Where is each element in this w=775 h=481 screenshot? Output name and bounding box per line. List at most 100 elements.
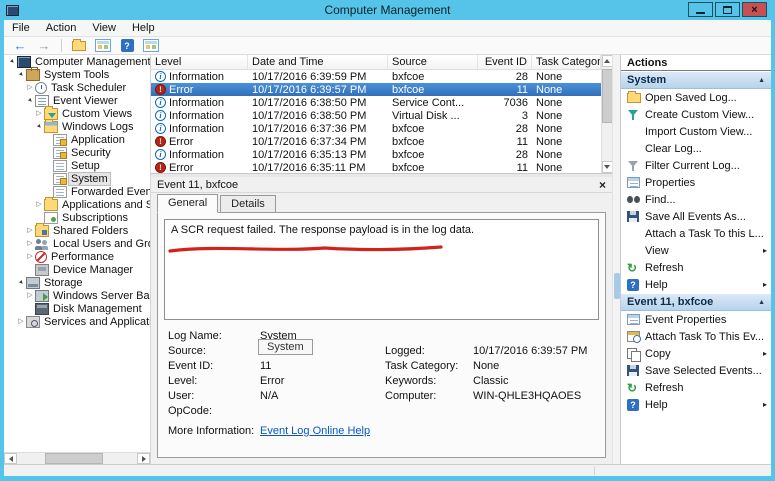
- column-header-date-and-time[interactable]: Date and Time: [248, 55, 388, 69]
- tree-item-forwarded-event[interactable]: Forwarded Event: [4, 185, 150, 198]
- event-row[interactable]: i Information 10/17/2016 6:39:59 PM bxfcoe 2…: [151, 70, 601, 83]
- action-clear-log[interactable]: Clear Log...: [621, 140, 771, 157]
- tree-item-application[interactable]: Application: [4, 133, 150, 146]
- open-folder-button[interactable]: [69, 38, 89, 53]
- tree-item-disk-management[interactable]: Disk Management: [4, 302, 150, 315]
- tree-item-windows-logs[interactable]: ▸ Windows Logs: [4, 118, 150, 133]
- action-help[interactable]: ? Help ▸: [621, 276, 771, 293]
- expand-icon[interactable]: ▷: [25, 252, 35, 262]
- action-help[interactable]: ? Help ▸: [621, 396, 771, 413]
- back-arrow-button[interactable]: ←: [10, 38, 30, 53]
- event-row[interactable]: i Information 10/17/2016 6:37:36 PM bxfcoe 2…: [151, 122, 601, 135]
- detail-tabs: General Details: [151, 193, 612, 213]
- tree-item-device-manager[interactable]: Device Manager: [4, 263, 150, 276]
- action-find[interactable]: Find...: [621, 191, 771, 208]
- tree-item-task-scheduler[interactable]: ▷ Task Scheduler: [4, 81, 150, 94]
- tree-item-services-and-applications[interactable]: ▷ Services and Applications: [4, 315, 150, 328]
- menu-file[interactable]: File: [12, 22, 30, 34]
- tree-item-shared-folders[interactable]: ▷ Shared Folders: [4, 222, 150, 237]
- expand-icon[interactable]: ▷: [25, 239, 35, 249]
- vertical-scroll-track[interactable]: [601, 67, 615, 161]
- horizontal-scroll-thumb[interactable]: [45, 453, 103, 464]
- action-filter-current-log[interactable]: Filter Current Log...: [621, 157, 771, 174]
- expand-icon[interactable]: ▷: [34, 109, 44, 119]
- tree-item-setup[interactable]: Setup: [4, 159, 150, 172]
- action-event-properties[interactable]: Event Properties: [621, 311, 771, 328]
- tree-item-applications-and-se[interactable]: ▷ Applications and Se: [4, 196, 150, 211]
- action-refresh[interactable]: ↻ Refresh: [621, 259, 771, 276]
- scroll-left-button[interactable]: [4, 453, 17, 464]
- scroll-down-button[interactable]: [601, 161, 613, 173]
- event-list-scrollbar[interactable]: [601, 55, 615, 173]
- detail-close-icon[interactable]: ×: [599, 178, 606, 192]
- tree-item-label: Task Scheduler: [51, 81, 127, 94]
- event-row[interactable]: ! Error 10/17/2016 6:39:57 PM bxfcoe 11 None: [151, 83, 601, 96]
- column-header-event-id[interactable]: Event ID: [478, 55, 532, 69]
- action-attach-a-task[interactable]: Attach a Task To this L...: [621, 225, 771, 242]
- actions-section-system[interactable]: System ▲: [621, 71, 771, 89]
- event-row[interactable]: i Information 10/17/2016 6:38:50 PM Service…: [151, 96, 601, 109]
- action-label: Create Custom View...: [645, 108, 755, 121]
- expand-icon[interactable]: ▷: [25, 291, 35, 301]
- forward-arrow-button[interactable]: →: [34, 38, 54, 53]
- menu-action[interactable]: Action: [46, 22, 77, 34]
- action-save-all-events-as[interactable]: Save All Events As...: [621, 208, 771, 225]
- action-view[interactable]: View ▸: [621, 242, 771, 259]
- tree-item-windows-server-backup[interactable]: ▷ Windows Server Backup: [4, 289, 150, 302]
- datetime-cell: 10/17/2016 6:39:57 PM: [252, 83, 367, 96]
- action-label: Clear Log...: [645, 142, 702, 155]
- menu-view[interactable]: View: [92, 22, 116, 34]
- tree-item-computer-management-local[interactable]: ▸Computer Management (Local: [4, 55, 150, 68]
- tree-item-storage[interactable]: ▸ Storage: [4, 276, 150, 289]
- action-attach-task-to-this-event[interactable]: Attach Task To This Ev...: [621, 328, 771, 345]
- event-row[interactable]: ! Error 10/17/2016 6:37:34 PM bxfcoe 11 None: [151, 135, 601, 148]
- tree-item-local-users-and-groups[interactable]: ▷ Local Users and Groups: [4, 237, 150, 250]
- event-row[interactable]: i Information 10/17/2016 6:38:50 PM Virtual…: [151, 109, 601, 122]
- console-window-button[interactable]: [93, 38, 113, 53]
- event-message-box[interactable]: A SCR request failed. The response paylo…: [164, 219, 599, 320]
- tree-item-custom-views[interactable]: ▷ Custom Views: [4, 105, 150, 120]
- expand-icon[interactable]: ▷: [34, 200, 44, 210]
- tab-general[interactable]: General: [157, 194, 219, 213]
- action-copy[interactable]: Copy ▸: [621, 345, 771, 362]
- help-button[interactable]: ?: [117, 38, 137, 53]
- tree-item-event-viewer[interactable]: ▸ Event Viewer: [4, 94, 150, 107]
- action-save-selected-events[interactable]: Save Selected Events...: [621, 362, 771, 379]
- tree-item-system[interactable]: System: [4, 171, 150, 186]
- error-icon: !: [155, 84, 166, 95]
- tree-item-subscriptions[interactable]: Subscriptions: [4, 211, 150, 224]
- action-properties[interactable]: Properties: [621, 174, 771, 191]
- event-row[interactable]: i Information 10/17/2016 6:35:13 PM bxfcoe 2…: [151, 148, 601, 161]
- tab-details[interactable]: Details: [220, 195, 276, 213]
- tree-item-security[interactable]: Security: [4, 146, 150, 159]
- tree-horizontal-scrollbar[interactable]: [4, 452, 150, 464]
- collapse-section-icon[interactable]: ▲: [758, 77, 765, 84]
- tree-item-label: Device Manager: [53, 263, 134, 276]
- maximize-button[interactable]: [715, 2, 740, 17]
- minimize-button[interactable]: [688, 2, 713, 17]
- console-window-button[interactable]: [141, 38, 161, 53]
- close-button[interactable]: ×: [742, 2, 767, 17]
- column-header-level[interactable]: Level: [151, 55, 248, 69]
- event-log-online-help-link[interactable]: Event Log Online Help: [260, 425, 385, 437]
- collapse-section-icon[interactable]: ▲: [758, 299, 765, 306]
- expand-icon[interactable]: ▷: [25, 83, 35, 93]
- center-pane-scrollbar[interactable]: [612, 55, 620, 464]
- scroll-right-button[interactable]: [137, 453, 150, 464]
- tree-item-system-tools[interactable]: ▸ System Tools: [4, 66, 150, 81]
- expand-icon[interactable]: ▷: [25, 226, 35, 236]
- action-import-custom-view[interactable]: Import Custom View...: [621, 123, 771, 140]
- action-create-custom-view[interactable]: Create Custom View...: [621, 106, 771, 123]
- menu-help[interactable]: Help: [132, 22, 155, 34]
- scroll-up-button[interactable]: [601, 55, 613, 67]
- title-bar[interactable]: Computer Management ×: [0, 0, 775, 20]
- pane-scroll-thumb[interactable]: [614, 273, 620, 299]
- action-open-saved-log[interactable]: Open Saved Log...: [621, 89, 771, 106]
- tree-item-performance[interactable]: ▷ Performance: [4, 250, 150, 263]
- column-header-task-category[interactable]: Task Category: [532, 55, 601, 69]
- actions-section-event-11-bxfcoe[interactable]: Event 11, bxfcoe ▲: [621, 293, 771, 311]
- action-refresh[interactable]: ↻ Refresh: [621, 379, 771, 396]
- event-row[interactable]: ! Error 10/17/2016 6:35:11 PM bxfcoe 11 None: [151, 161, 601, 174]
- column-header-source[interactable]: Source: [388, 55, 478, 69]
- expand-icon[interactable]: ▷: [16, 317, 26, 327]
